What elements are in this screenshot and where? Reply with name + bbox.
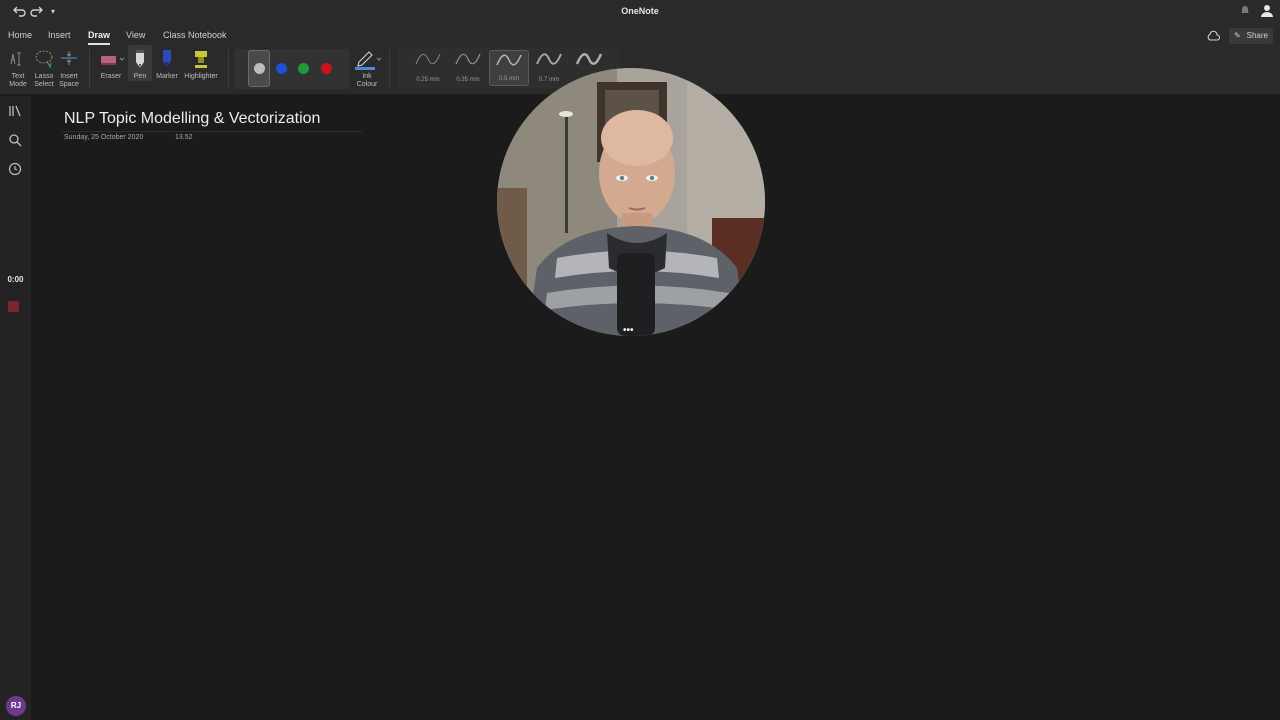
onenote-app: ▾ OneNote Home Insert Draw View Class No… (0, 0, 1280, 720)
share-button[interactable]: ✎ Share (1229, 28, 1273, 44)
pen-icon (128, 45, 152, 73)
text-cursor-icon (6, 45, 30, 73)
highlighter-button[interactable]: Highlighter (181, 45, 221, 81)
thickness-label: 0.5 mm (498, 76, 519, 82)
thickness-option-0-5[interactable]: 0.5 mm (489, 50, 529, 86)
page-time: 13.52 (175, 134, 193, 141)
ink-colour-icon (352, 45, 382, 73)
text-mode-label-2: Mode (9, 81, 27, 88)
insert-space-label-2: Space (59, 81, 79, 88)
insert-space-label-1: Insert (60, 73, 78, 80)
lasso-select-button[interactable]: Lasso Select (31, 45, 57, 89)
page-date: Sunday, 25 October 2020 (64, 134, 144, 141)
person-icon[interactable] (1259, 4, 1275, 20)
text-mode-button[interactable]: Text Mode (6, 45, 30, 89)
lasso-label-2: Select (34, 81, 54, 88)
recent-clock-icon[interactable] (8, 162, 24, 178)
pen-swatch-blue[interactable] (276, 63, 287, 74)
ink-colour-button[interactable]: Ink Colour (352, 45, 382, 89)
highlighter-label: Highlighter (184, 73, 218, 80)
marker-button[interactable]: Marker (154, 45, 180, 81)
thickness-option-0-25[interactable]: 0.25 mm (408, 50, 448, 86)
eraser-label: Eraser (100, 73, 122, 80)
pen-label: Pen (133, 73, 147, 80)
navigation-rail (0, 96, 31, 720)
pen-swatch-grey[interactable] (254, 63, 265, 74)
tab-class-notebook[interactable]: Class Notebook (163, 30, 227, 40)
pen-button[interactable]: Pen (128, 45, 152, 81)
ribbon-separator (228, 49, 229, 89)
stroke-sample-icon (496, 54, 522, 66)
stop-recording-button[interactable] (8, 301, 19, 312)
bell-icon[interactable] (1237, 4, 1253, 20)
title-bar: ▾ OneNote (0, 0, 1280, 25)
marker-icon (154, 45, 180, 73)
stroke-sample-icon (536, 53, 562, 65)
ink-colour-label-2: Colour (356, 81, 378, 88)
ribbon-separator (389, 49, 390, 89)
thickness-option-0-35[interactable]: 0.35 mm (448, 50, 488, 86)
pen-swatch-red[interactable] (321, 63, 332, 74)
highlighter-icon (181, 45, 221, 73)
insert-space-button[interactable]: Insert Space (57, 45, 81, 89)
webcam-video (497, 68, 765, 336)
lasso-label-1: Lasso (34, 73, 54, 80)
ink-colour-label-1: Ink (362, 73, 372, 80)
marker-label: Marker (156, 73, 178, 80)
stroke-sample-icon (575, 53, 603, 65)
webcam-overlay[interactable] (497, 68, 765, 336)
lasso-icon (31, 45, 57, 73)
sync-cloud-icon[interactable] (1206, 29, 1221, 41)
insert-space-icon (57, 45, 81, 73)
search-icon[interactable] (8, 133, 24, 149)
recording-timer: 0:00 (7, 275, 24, 284)
eraser-icon (96, 45, 126, 73)
notebooks-icon[interactable] (8, 104, 24, 120)
menu-bar: Home Insert Draw View Class Notebook (0, 25, 1280, 45)
title-underline (62, 131, 362, 132)
share-icon: ✎ (1234, 31, 1241, 40)
tab-insert[interactable]: Insert (48, 30, 71, 40)
window-title: OneNote (621, 6, 659, 16)
text-mode-label-1: Text (11, 73, 25, 80)
ribbon-separator (89, 49, 90, 89)
share-label: Share (1246, 31, 1268, 40)
stroke-sample-icon (415, 53, 441, 65)
thickness-label: 0.35 mm (456, 77, 480, 83)
tab-home[interactable]: Home (8, 30, 32, 40)
thickness-option-0-7[interactable]: 0.7 mm (529, 50, 569, 86)
page-title[interactable]: NLP Topic Modelling & Vectorization (64, 110, 320, 128)
avatar[interactable]: RJ (6, 696, 26, 716)
thickness-label: 0.7 mm (538, 77, 559, 83)
thickness-label: 0.25 mm (416, 77, 440, 83)
tab-view[interactable]: View (126, 30, 145, 40)
pen-swatch-green[interactable] (298, 63, 309, 74)
webcam-more-options-button[interactable]: ••• (623, 325, 634, 336)
tab-draw[interactable]: Draw (88, 30, 111, 45)
eraser-button[interactable]: Eraser (96, 45, 126, 81)
stroke-sample-icon (455, 53, 481, 65)
